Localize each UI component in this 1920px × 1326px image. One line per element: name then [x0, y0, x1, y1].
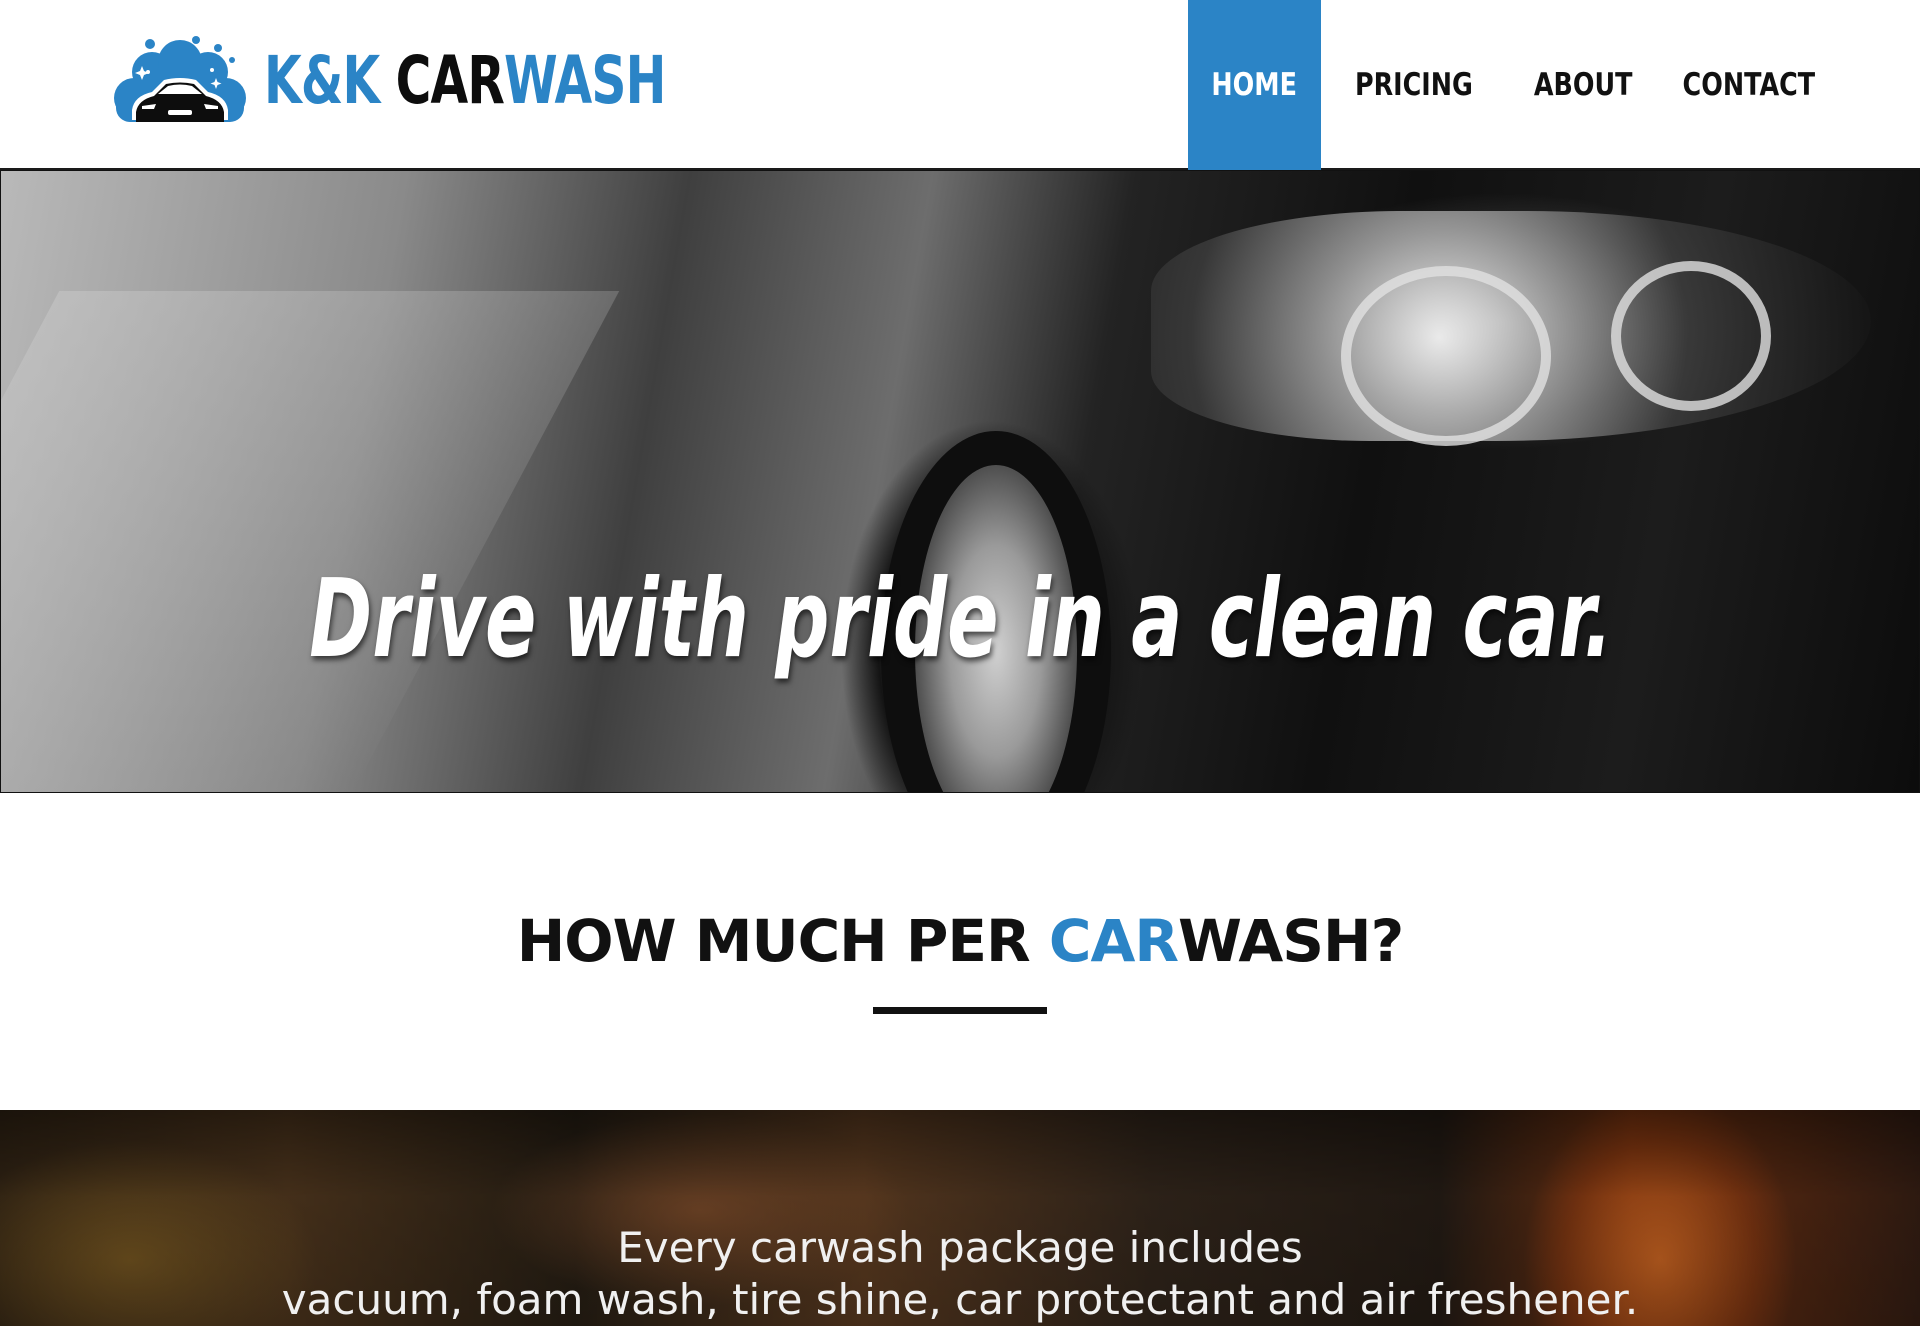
package-info-line2: vacuum, foam wash, tire shine, car prote…	[281, 1275, 1639, 1324]
package-banner: Every carwash package includes vacuum, f…	[0, 1110, 1920, 1326]
brand-name-wash: WASH	[504, 42, 666, 119]
section-divider	[873, 1007, 1047, 1014]
nav-home-label: HOME	[1211, 67, 1298, 103]
nav-pricing[interactable]: PRICING	[1321, 0, 1507, 170]
nav-home[interactable]: HOME	[1188, 0, 1321, 170]
hero-photo-headlight-ring	[1341, 266, 1551, 446]
hero-headline: Drive with pride in a clean car.	[309, 557, 1613, 682]
hero-banner: Drive with pride in a clean car.	[0, 170, 1920, 793]
pricing-title: HOW MUCH PER CARWASH?	[0, 912, 1920, 970]
pricing-title-part3: WASH?	[1178, 907, 1404, 975]
nav-about[interactable]: ABOUT	[1507, 0, 1659, 170]
brand-logo[interactable]: K&K CARWASH	[112, 36, 754, 126]
nav-contact[interactable]: CONTACT	[1659, 0, 1839, 170]
nav-about-label: ABOUT	[1533, 67, 1633, 103]
site-header: K&K CARWASH HOME PRICING ABOUT CONTACT	[0, 0, 1920, 170]
main-nav: HOME PRICING ABOUT CONTACT	[1188, 0, 1920, 170]
nav-pricing-label: PRICING	[1355, 67, 1473, 103]
hero-photo-headlight-ring	[1611, 261, 1771, 411]
brand-name-car: CAR	[395, 42, 505, 119]
package-info-line1: Every carwash package includes	[617, 1223, 1303, 1272]
car-wash-bubbles-icon	[114, 36, 246, 122]
brand-name-kk: K&K	[264, 42, 396, 119]
hero-photo-road	[1, 291, 620, 792]
pricing-title-part1: HOW MUCH PER	[516, 907, 1049, 975]
nav-contact-label: CONTACT	[1682, 67, 1816, 103]
package-info: Every carwash package includes vacuum, f…	[0, 1222, 1920, 1326]
pricing-title-accent: CAR	[1048, 907, 1179, 975]
brand-name: K&K CARWASH	[264, 48, 666, 114]
